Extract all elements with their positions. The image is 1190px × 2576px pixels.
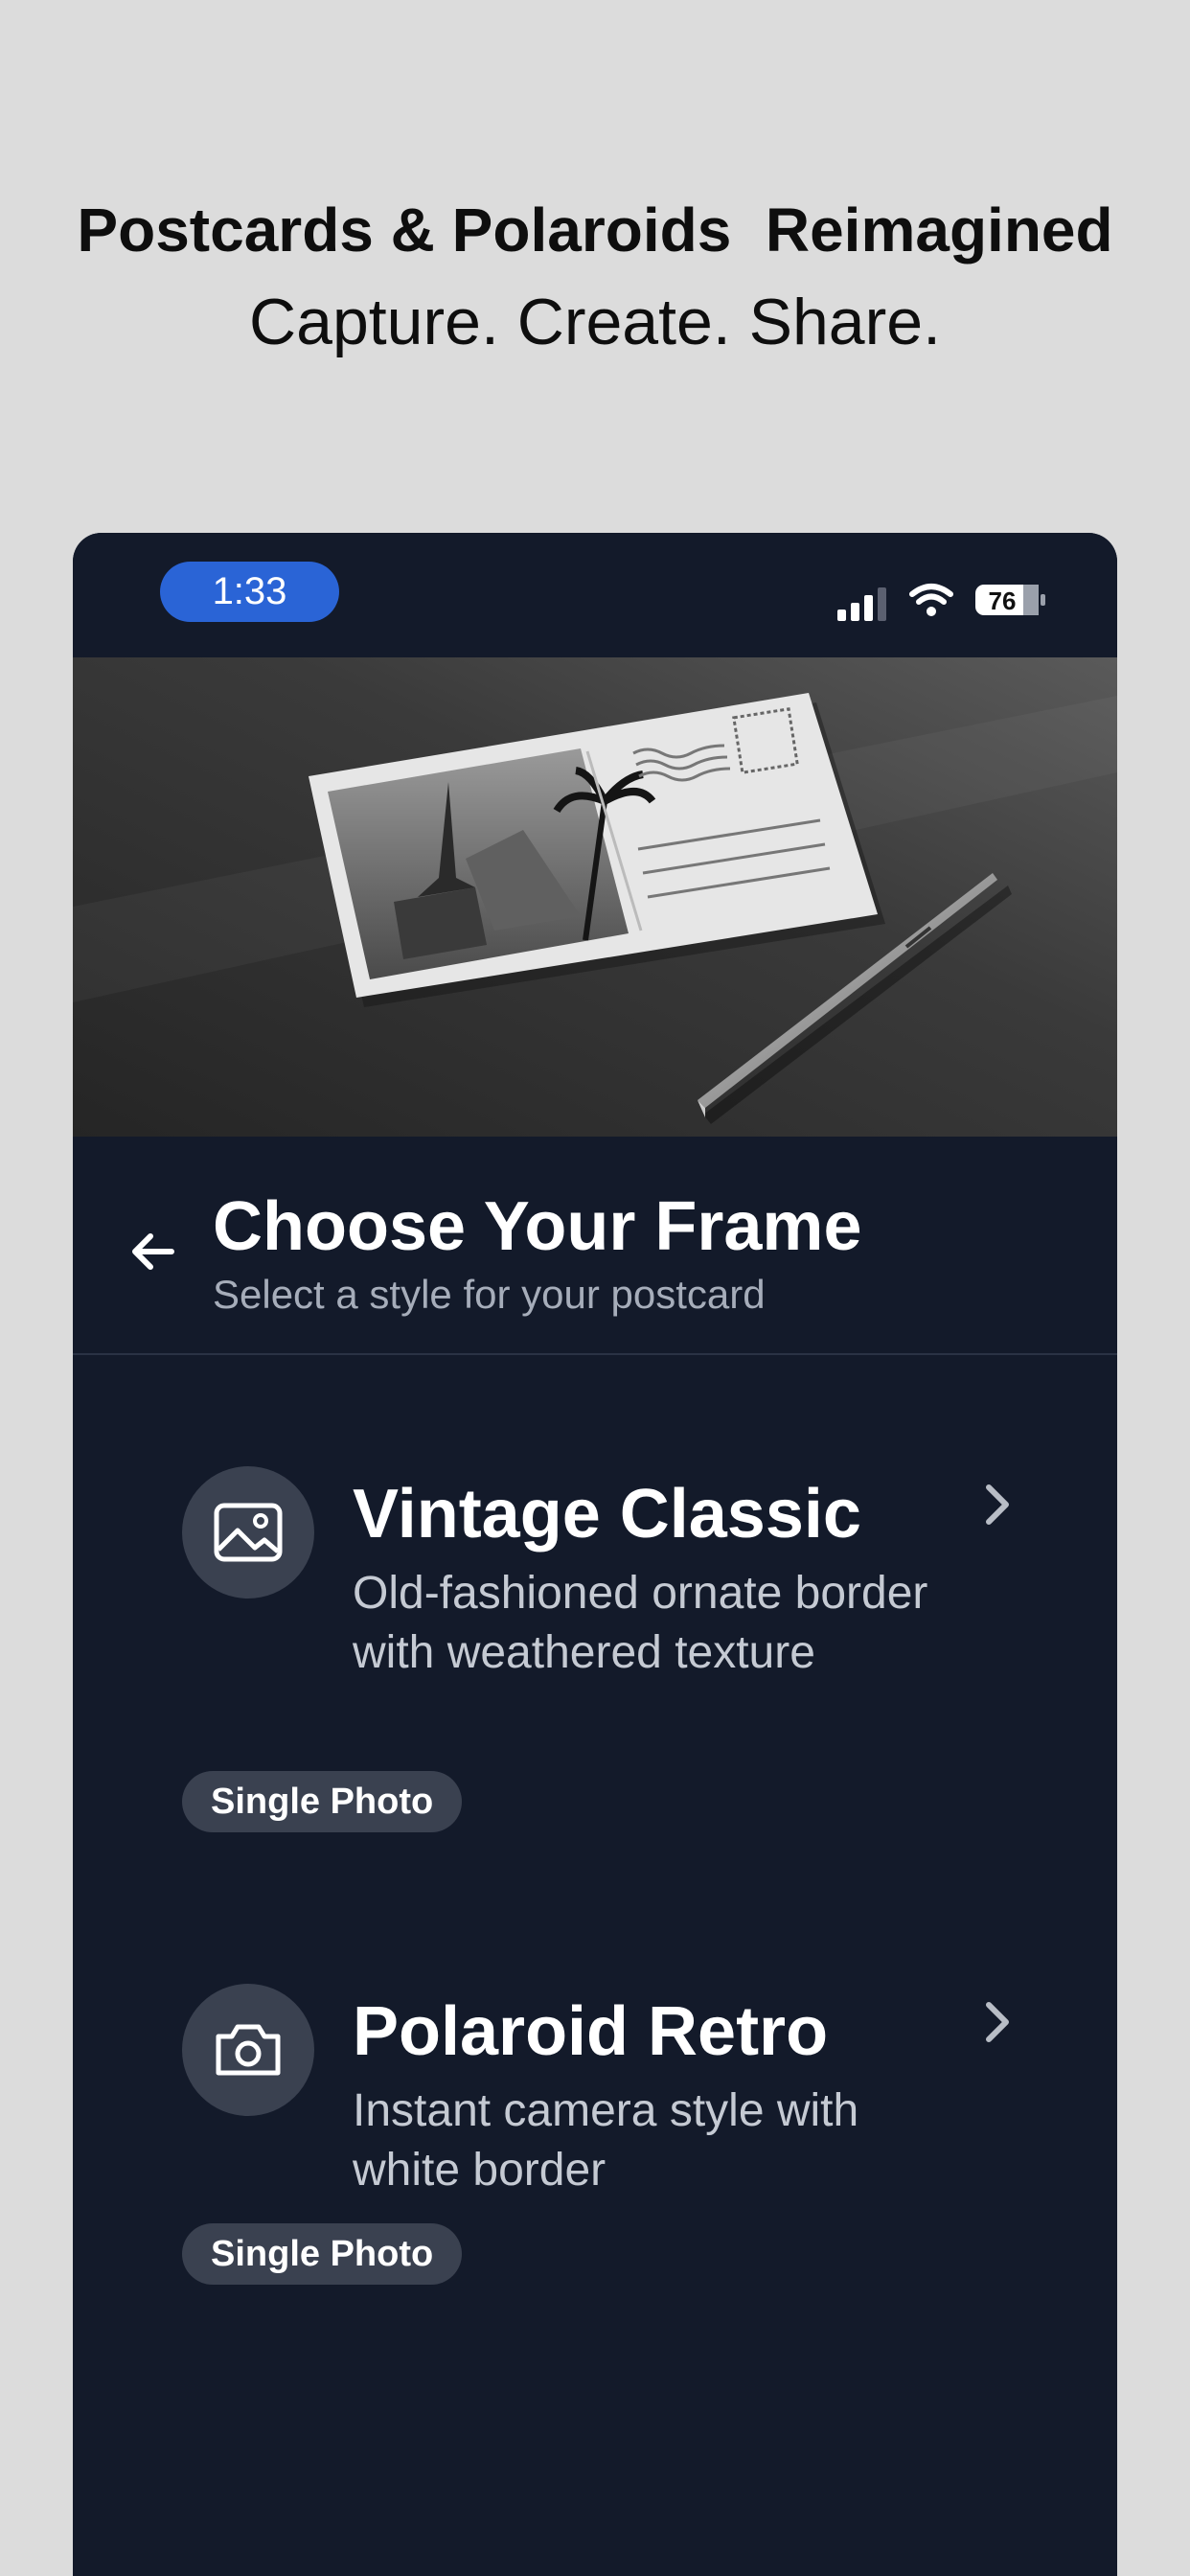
promo-tagline: Capture. Create. Share. xyxy=(249,286,941,358)
battery-level: 76 xyxy=(989,586,1017,615)
frame-option-vintage-classic[interactable]: Vintage Classic Old-fashioned ornate bor… xyxy=(182,1466,1044,1850)
status-bar: 1:33 76 xyxy=(73,533,1117,657)
battery-icon: 76 xyxy=(975,585,1045,615)
page-subtitle: Select a style for your postcard xyxy=(213,1272,766,1317)
page-title: Choose Your Frame xyxy=(213,1188,862,1265)
hero-image xyxy=(73,657,1117,1137)
wifi-icon xyxy=(909,584,953,616)
frame-badge: Single Photo xyxy=(182,2223,463,2285)
status-time: 1:33 xyxy=(160,562,339,622)
camera-icon xyxy=(216,2024,281,2076)
frame-badge: Single Photo xyxy=(182,1771,463,1832)
frame-description: Instant camera style with white border xyxy=(353,2085,859,2196)
chevron-right-icon xyxy=(986,2002,1009,2042)
frame-icon-circle xyxy=(182,1466,314,1598)
promo-banner: Postcards & Polaroids Reimagined Capture… xyxy=(0,192,1190,370)
frame-icon-circle xyxy=(182,1984,314,2116)
promo-headline: Postcards & Polaroids Reimagined xyxy=(77,196,1113,264)
arrow-left-icon xyxy=(132,1233,174,1270)
frame-option-polaroid-retro[interactable]: Polaroid Retro Instant camera style with… xyxy=(182,1984,1044,2300)
frame-description: Old-fashioned ornate border with weather… xyxy=(353,1568,928,1678)
image-icon xyxy=(214,1503,283,1562)
page-header: Choose Your Frame Select a style for you… xyxy=(73,1137,1117,1355)
frame-title: Polaroid Retro xyxy=(353,1993,829,2070)
back-button[interactable] xyxy=(119,1218,186,1285)
frame-title: Vintage Classic xyxy=(353,1476,861,1552)
chevron-right-icon xyxy=(986,1484,1009,1525)
cellular-signal-icon xyxy=(837,587,886,621)
phone-screen: 1:33 76 Choose Your Frame Select a style… xyxy=(73,533,1117,2576)
